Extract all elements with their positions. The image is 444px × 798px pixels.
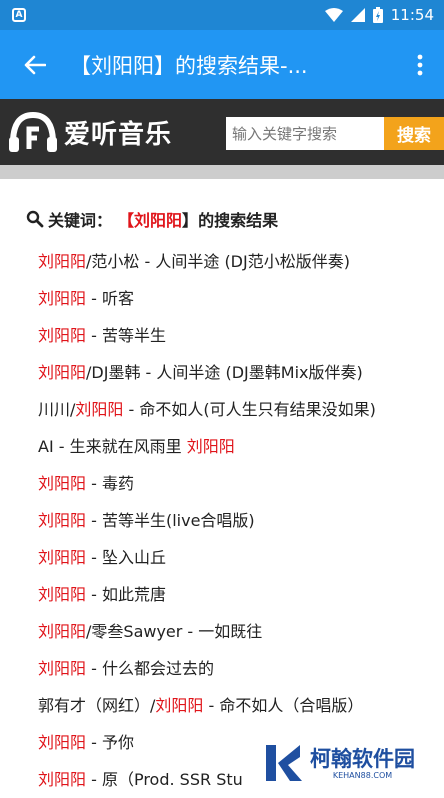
- keyword-close-bracket: 】: [182, 211, 199, 230]
- divider-band: [0, 165, 444, 179]
- headphones-logo-icon: [9, 111, 57, 152]
- result-item[interactable]: 刘阳阳 - 听客: [38, 280, 444, 317]
- result-item[interactable]: 刘阳阳 - 苦等半生(live合唱版): [38, 502, 444, 539]
- page-title: 【刘阳阳】的搜索结果-...: [70, 53, 308, 78]
- result-item[interactable]: 刘阳阳/DJ墨韩 - 人间半途 (DJ墨韩Mix版伴奏): [38, 354, 444, 391]
- main-content: 关键词： 【 刘阳阳 】 的搜索结果 刘阳阳/范小松 - 人间半途 (DJ范小松…: [0, 207, 444, 798]
- back-button[interactable]: [0, 30, 70, 99]
- search-button[interactable]: 搜索: [384, 117, 444, 150]
- site-logo[interactable]: 爱听音乐: [8, 111, 172, 153]
- result-item[interactable]: 刘阳阳/范小松 - 人间半途 (DJ范小松版伴奏): [38, 243, 444, 280]
- keyword-label: 关键词：: [48, 211, 113, 230]
- wifi-icon: [324, 8, 343, 22]
- notification-badge: A: [12, 8, 26, 22]
- result-item[interactable]: 刘阳阳 - 毒药: [38, 465, 444, 502]
- status-bar: A 11:54: [0, 0, 444, 30]
- site-header: 爱听音乐 搜索: [0, 99, 444, 165]
- more-vertical-icon: [417, 54, 423, 75]
- result-item[interactable]: 刘阳阳/零叁Sawyer - 一如既往: [38, 613, 444, 650]
- logo-text: 爱听音乐: [64, 119, 173, 150]
- keyword-open-bracket: 【: [118, 211, 135, 230]
- battery-icon: [372, 7, 383, 23]
- result-item[interactable]: AI - 生来就在风雨里 刘阳阳: [38, 428, 444, 465]
- app-bar: 【刘阳阳】的搜索结果-...: [0, 30, 444, 99]
- watermark-text: 柯翰软件园: [310, 746, 415, 771]
- result-item[interactable]: 刘阳阳 - 苦等半生: [38, 317, 444, 354]
- overflow-menu-button[interactable]: [396, 30, 444, 99]
- result-item[interactable]: 刘阳阳 - 如此荒唐: [38, 576, 444, 613]
- watermark-subtext: KEHAN88.COM: [332, 770, 393, 780]
- search-icon: [26, 210, 44, 228]
- result-item[interactable]: 郭有才（网红）/刘阳阳 - 命不如人（合唱版）: [38, 687, 444, 724]
- arrow-left-icon: [24, 55, 46, 74]
- watermark: 柯翰软件园 KEHAN88.COM: [262, 738, 444, 788]
- result-item[interactable]: 川川/刘阳阳 - 命不如人(可人生只有结果没如果): [38, 391, 444, 428]
- keyword-line: 关键词： 【 刘阳阳 】 的搜索结果: [26, 207, 444, 231]
- keyword-value: 刘阳阳: [134, 211, 183, 230]
- keyword-suffix: 的搜索结果: [198, 211, 279, 230]
- results-list: 刘阳阳/范小松 - 人间半途 (DJ范小松版伴奏) 刘阳阳 - 听客 刘阳阳 -…: [26, 243, 444, 798]
- search-input[interactable]: [226, 117, 384, 150]
- clock: 11:54: [390, 6, 434, 24]
- result-item[interactable]: 刘阳阳 - 坠入山丘: [38, 539, 444, 576]
- signal-icon: [350, 8, 365, 22]
- result-item[interactable]: 刘阳阳 - 什么都会过去的: [38, 650, 444, 687]
- watermark-logo-icon: [266, 745, 302, 781]
